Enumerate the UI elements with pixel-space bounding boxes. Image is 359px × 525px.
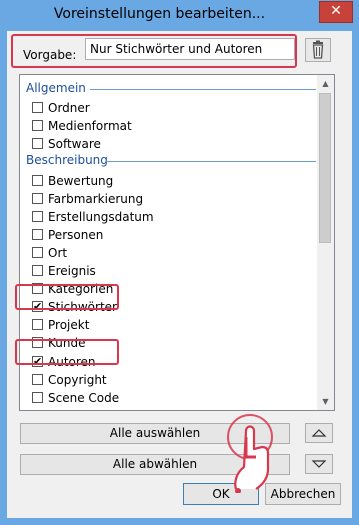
checkbox[interactable] bbox=[32, 246, 43, 258]
checkbox[interactable] bbox=[32, 174, 43, 186]
dialog-body: Vorgabe: Nur Stichwörter und Autoren ▲ ▼… bbox=[7, 31, 352, 518]
list-item[interactable]: Farbmarkierung bbox=[32, 190, 292, 208]
list-item-label: Projekt bbox=[48, 318, 90, 333]
list-item-label: Scene Code bbox=[48, 390, 120, 405]
checkbox[interactable] bbox=[32, 391, 43, 403]
list-item-label: Ort bbox=[48, 245, 68, 260]
list-item-label: Ordner bbox=[48, 101, 90, 116]
list-item[interactable]: Erstellungsdatum bbox=[32, 208, 292, 226]
list-item[interactable]: Scene Code bbox=[32, 389, 292, 407]
list-item-label: Subject Code bbox=[48, 409, 127, 410]
group-divider bbox=[90, 89, 316, 90]
scroll-thumb[interactable] bbox=[319, 93, 331, 243]
group-header: Beschreibung bbox=[26, 153, 108, 168]
triangle-down-icon bbox=[311, 460, 327, 468]
list-item[interactable]: Medienformat bbox=[32, 117, 292, 135]
list-item[interactable]: Copyright bbox=[32, 371, 292, 389]
checkbox[interactable] bbox=[32, 228, 43, 240]
checkbox[interactable] bbox=[32, 102, 43, 114]
checkbox[interactable] bbox=[32, 192, 43, 204]
scroll-up-icon[interactable]: ▲ bbox=[317, 75, 334, 92]
preset-label: Vorgabe: bbox=[23, 48, 77, 62]
list-item-label: Software bbox=[48, 137, 101, 152]
list-item[interactable]: Ereignis bbox=[32, 262, 292, 280]
triangle-up-icon bbox=[311, 429, 327, 437]
close-button[interactable]: ✕ bbox=[319, 1, 353, 23]
list-item[interactable]: Personen bbox=[32, 226, 292, 244]
list-item-label: Copyright bbox=[48, 372, 107, 387]
title-bar: Voreinstellungen bearbeiten... ✕ bbox=[0, 0, 359, 32]
list-item-label: Medienformat bbox=[48, 119, 132, 134]
move-up-button[interactable] bbox=[305, 423, 333, 443]
dialog-window: Voreinstellungen bearbeiten... ✕ Vorgabe… bbox=[0, 0, 359, 525]
hand-pointer-icon bbox=[222, 413, 286, 496]
highlight-stichwoerter bbox=[15, 284, 119, 310]
vertical-scrollbar[interactable]: ▲ ▼ bbox=[317, 75, 334, 410]
list-item[interactable]: Ordner bbox=[32, 99, 292, 117]
list-item[interactable]: Software bbox=[32, 135, 292, 153]
list-item[interactable]: Subject Code bbox=[32, 407, 292, 410]
delete-preset-button[interactable] bbox=[305, 38, 331, 62]
group-header: Allgemein bbox=[26, 81, 86, 95]
list-item-label: Farbmarkierung bbox=[48, 191, 144, 206]
list-item-label: Personen bbox=[48, 227, 104, 242]
trash-icon bbox=[312, 40, 324, 59]
checkbox[interactable] bbox=[32, 409, 43, 410]
list-item-label: Ereignis bbox=[48, 264, 96, 278]
window-title: Voreinstellungen bearbeiten... bbox=[53, 6, 266, 22]
list-item[interactable]: Bewertung bbox=[32, 172, 292, 190]
list-item-label: Erstellungsdatum bbox=[48, 209, 154, 224]
checkbox[interactable] bbox=[32, 120, 43, 132]
scroll-down-icon[interactable]: ▼ bbox=[317, 393, 334, 410]
group-divider bbox=[106, 161, 316, 163]
checkbox[interactable] bbox=[32, 373, 43, 385]
highlight-autoren bbox=[15, 339, 119, 365]
checkbox[interactable] bbox=[32, 319, 43, 331]
list-item[interactable]: Projekt bbox=[32, 316, 292, 334]
checkbox[interactable] bbox=[32, 265, 43, 276]
list-item[interactable]: Ort bbox=[32, 244, 292, 262]
checkbox[interactable] bbox=[32, 138, 43, 150]
checkbox[interactable] bbox=[32, 210, 43, 222]
list-item-label: Bewertung bbox=[48, 173, 114, 188]
preset-field[interactable]: Nur Stichwörter und Autoren bbox=[85, 38, 295, 60]
move-down-button[interactable] bbox=[305, 454, 333, 474]
